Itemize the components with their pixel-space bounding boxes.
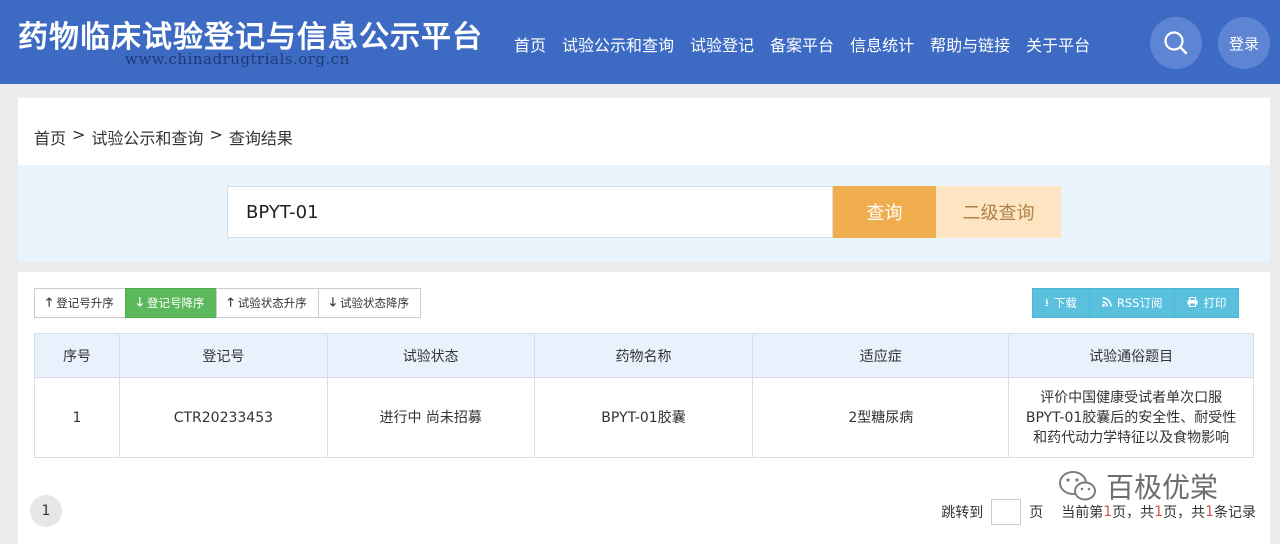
tool-label: 打印 (1203, 296, 1227, 310)
title-line: 和药代动力学特征以及食物影响 (1033, 429, 1230, 446)
search-icon (1164, 31, 1188, 55)
sort-status-desc-button[interactable]: 🡓 试验状态降序 (317, 288, 421, 318)
sort-label: 试验状态降序 (340, 296, 409, 310)
arrow-down-icon: 🡓 (136, 294, 143, 309)
sort-reg-desc-button[interactable]: 🡓 登记号降序 (124, 288, 217, 318)
site-url: www.chinadrugtrials.org.cn (125, 50, 350, 68)
login-button[interactable]: 登录 (1218, 17, 1270, 69)
cell-title[interactable]: 评价中国健康受试者单次口服 BPYT-01胶囊后的安全性、耐受性 和药代动力学特… (1008, 377, 1254, 458)
breadcrumb-home[interactable]: 首页 (34, 125, 66, 149)
table-header-row: 序号 登记号 试验状态 药物名称 适应症 试验通俗题目 (34, 333, 1254, 378)
watermark-text: 百极优棠 (1106, 471, 1219, 504)
sort-label: 登记号降序 (147, 296, 205, 310)
search-input[interactable] (227, 186, 833, 238)
nav-item-statistics[interactable]: 信息统计 (850, 32, 914, 56)
sort-toolbar: 🡑 登记号升序 🡓 登记号降序 🡑 试验状态升序 🡓 试验状态降序 (34, 288, 421, 318)
tool-label: 下载 (1053, 296, 1077, 310)
cell-indication: 2型糖尿病 (752, 377, 1010, 458)
column-header-reg-no: 登记号 (118, 333, 328, 378)
sort-status-asc-button[interactable]: 🡑 试验状态升序 (215, 288, 319, 318)
cell-no: 1 (34, 377, 120, 458)
breadcrumb: 首页 > 试验公示和查询 > 查询结果 (34, 125, 299, 149)
breadcrumb-separator: > (209, 125, 223, 144)
jump-label: 跳转到 (941, 505, 984, 521)
nav-item-about[interactable]: 关于平台 (1026, 32, 1090, 56)
header-search-button[interactable] (1150, 17, 1202, 69)
column-header-no: 序号 (34, 333, 120, 378)
results-table: 序号 登记号 试验状态 药物名称 适应症 试验通俗题目 1 CTR2023345… (34, 333, 1254, 458)
search-panel: 首页 > 试验公示和查询 > 查询结果 查询 二级查询 (18, 98, 1270, 262)
cell-reg-no[interactable]: CTR20233453 (118, 377, 328, 458)
page-number-button[interactable]: 1 (30, 495, 62, 527)
title-line: BPYT-01胶囊后的安全性、耐受性 (1025, 409, 1237, 426)
print-button[interactable]: 打印 (1174, 288, 1240, 318)
sort-reg-asc-button[interactable]: 🡑 登记号升序 (34, 288, 126, 318)
column-header-status: 试验状态 (326, 333, 535, 378)
print-icon (1187, 296, 1198, 310)
watermark: 百极优棠 (1058, 466, 1218, 506)
breadcrumb-separator: > (72, 125, 86, 144)
page-unit-label: 页 (1029, 505, 1044, 521)
nav-item-filing-platform[interactable]: 备案平台 (770, 32, 834, 56)
column-header-drug: 药物名称 (533, 333, 754, 378)
rss-icon (1102, 296, 1112, 310)
total-records-number: 1 (1205, 504, 1214, 520)
record-unit: 条记录 (1214, 505, 1256, 521)
advanced-query-button[interactable]: 二级查询 (936, 186, 1061, 238)
search-band: 查询 二级查询 (18, 165, 1270, 262)
wechat-icon (1059, 471, 1096, 501)
nav-item-help-links[interactable]: 帮助与链接 (930, 32, 1010, 56)
sort-label: 试验状态升序 (237, 296, 307, 310)
site-header: 药物临床试验登记与信息公示平台 www.chinadrugtrials.org.… (0, 0, 1280, 84)
total-pages-number: 1 (1154, 504, 1164, 520)
rss-button[interactable]: RSS订阅 (1088, 288, 1176, 318)
cell-drug: BPYT-01胶囊 (533, 377, 754, 458)
nav-item-home[interactable]: 首页 (514, 32, 546, 56)
cell-status: 进行中 尚未招募 (326, 377, 535, 458)
nav-item-trial-search[interactable]: 试验公示和查询 (562, 32, 674, 56)
jump-page-input[interactable] (991, 499, 1022, 525)
table-row[interactable]: 1 CTR20233453 进行中 尚未招募 BPYT-01胶囊 2型糖尿病 评… (34, 377, 1254, 458)
breadcrumb-trial-search[interactable]: 试验公示和查询 (91, 125, 203, 149)
sort-label: 登记号升序 (56, 296, 114, 310)
tool-label: RSS订阅 (1116, 296, 1163, 310)
column-header-title: 试验通俗题目 (1008, 333, 1254, 378)
breadcrumb-current: 查询结果 (228, 129, 293, 148)
query-button[interactable]: 查询 (833, 186, 936, 238)
nav-item-trial-register[interactable]: 试验登记 (690, 32, 754, 56)
export-toolbar: ⭳ 下载 RSS订阅 打印 (1032, 288, 1240, 318)
arrow-up-icon: 🡑 (227, 294, 234, 309)
column-header-indication: 适应症 (752, 333, 1010, 378)
arrow-up-icon: 🡑 (46, 294, 53, 309)
arrow-down-icon: 🡓 (329, 294, 336, 309)
download-icon: ⭳ (1045, 295, 1049, 309)
title-line: 评价中国健康受试者单次口服 (1040, 389, 1223, 406)
main-nav: 首页 试验公示和查询 试验登记 备案平台 信息统计 帮助与链接 关于平台 (514, 32, 1106, 56)
download-button[interactable]: ⭳ 下载 (1032, 288, 1090, 318)
current-page-number: 1 (1103, 504, 1113, 520)
